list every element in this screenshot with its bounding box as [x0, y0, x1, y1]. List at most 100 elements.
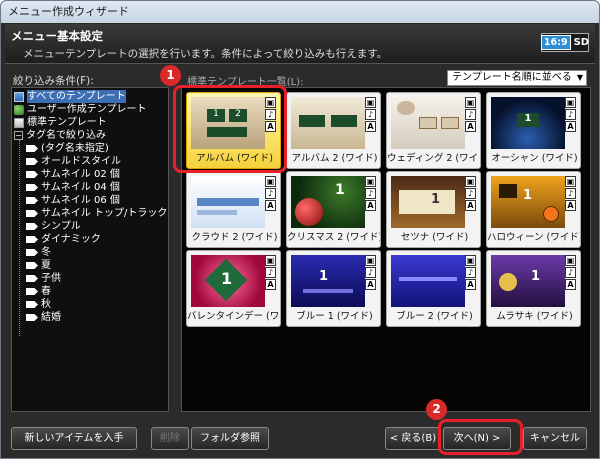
image-icon: ▣: [365, 255, 376, 266]
template-name: ブルー 2 (ワイド): [396, 311, 473, 322]
section-description: メニューテンプレートの選択を行います。条件によって絞り込みも行えます。: [23, 48, 388, 60]
template-thumbnail: 1: [391, 176, 465, 228]
tree-item-standard[interactable]: 標準テンプレート: [14, 116, 107, 129]
template-card[interactable]: 1 ▣ ♪ A ムラサキ (ワイド): [486, 250, 581, 327]
tree-item-label: ユーザー作成テンプレート: [27, 104, 147, 115]
tag-icon: [26, 223, 38, 230]
image-icon: ▣: [365, 97, 376, 108]
wizard-window: メニュー作成ウィザード メニュー基本設定 メニューテンプレートの選択を行います。…: [0, 0, 600, 459]
tree-item-tags[interactable]: − タグ名で絞り込み: [14, 129, 106, 142]
aspect-sd-label: SD: [573, 37, 590, 48]
tree-item-tag[interactable]: 結婚: [26, 311, 61, 324]
template-thumbnail: [391, 255, 465, 307]
all-templates-icon: [14, 91, 24, 102]
music-icon: ♪: [465, 188, 476, 199]
tree-item-tag[interactable]: (タグ名未指定): [26, 142, 109, 155]
thumb-number: 1: [531, 269, 541, 284]
standard-template-icon: [14, 117, 24, 128]
tree-item-all[interactable]: すべてのテンプレート: [14, 90, 126, 103]
thumb-decoration: [397, 101, 415, 115]
user-template-icon: [14, 104, 24, 115]
text-icon: A: [365, 279, 376, 290]
text-icon: A: [365, 121, 376, 132]
browse-folder-button[interactable]: フォルダ参照: [191, 427, 269, 450]
template-card[interactable]: ▣ ♪ A ブルー 2 (ワイド): [386, 250, 481, 327]
template-card[interactable]: ▣ ♪ A ウェディング 2 (ワイド): [386, 92, 481, 169]
delete-button[interactable]: 削除: [151, 427, 189, 450]
tree-item-label: 春: [41, 286, 51, 297]
template-card[interactable]: 1 ▣ ♪ A クリスマス 2 (ワイド): [286, 171, 381, 248]
tree-item-label: 結婚: [41, 312, 61, 323]
template-card[interactable]: ▣ ♪ A アルバム 2 (ワイド): [286, 92, 381, 169]
tree-item-label: 秋: [41, 299, 51, 310]
tree-item-tag[interactable]: 春: [26, 285, 51, 298]
thumb-block: [441, 117, 459, 129]
tree-item-label: 冬: [41, 247, 51, 258]
tree-item-label: すべてのテンプレート: [27, 90, 126, 103]
template-thumbnail: 1: [491, 255, 565, 307]
tree-item-tag[interactable]: サムネイル 06 個: [26, 194, 120, 207]
tree-item-tag[interactable]: サムネイル 04 個: [26, 181, 120, 194]
template-card[interactable]: 1 ▣ ♪ A ハロウィーン (ワイド): [486, 171, 581, 248]
tree-item-tag[interactable]: サムネイル トップ/トラックで異なる: [26, 207, 168, 220]
section-title: メニュー基本設定: [11, 29, 103, 43]
tag-icon: [26, 262, 38, 269]
image-icon: ▣: [565, 255, 576, 266]
template-name: ムラサキ (ワイド): [496, 311, 573, 322]
thumb-block: [499, 184, 517, 198]
thumb-number: 1: [319, 269, 329, 284]
text-icon: A: [565, 200, 576, 211]
tree-item-tag[interactable]: 夏: [26, 259, 51, 272]
dropdown-arrow-icon: ▼: [576, 73, 583, 82]
tag-icon: [26, 171, 38, 178]
image-icon: ▣: [265, 176, 276, 187]
card-badges: ▣ ♪ A: [365, 97, 376, 132]
step-badge-1: 1: [160, 65, 181, 86]
tree-item-label: サムネイル 04 個: [41, 182, 120, 193]
template-card[interactable]: 1 ▣ ♪ A セツナ (ワイド): [386, 171, 481, 248]
template-card[interactable]: 1 ▣ ♪ A ブルー 1 (ワイド): [286, 250, 381, 327]
template-thumbnail: 1: [291, 255, 365, 307]
thumb-book: [399, 190, 455, 214]
card-badges: ▣ ♪ A: [565, 176, 576, 211]
tree-item-tag[interactable]: ダイナミック: [26, 233, 101, 246]
template-name: オーシャン (ワイド): [491, 153, 578, 164]
tree-item-label: 子供: [41, 273, 61, 284]
pumpkin-shape: [543, 206, 559, 222]
template-card[interactable]: 1 ▣♪A バレンタインデー (ワイド): [186, 250, 281, 327]
filter-tree[interactable]: すべてのテンプレート ユーザー作成テンプレート 標準テンプレート − タグ名で絞…: [11, 87, 169, 412]
tree-item-tag[interactable]: サムネイル 02 個: [26, 168, 120, 181]
text-icon: A: [465, 279, 476, 290]
step-badge-2: 2: [426, 399, 447, 420]
sort-dropdown[interactable]: テンプレート名順に並べる ▼: [447, 70, 587, 86]
template-thumbnail: 1: [491, 97, 565, 149]
tree-item-tag[interactable]: 秋: [26, 298, 51, 311]
thumb-number: 1: [431, 192, 441, 207]
back-button[interactable]: < 戻る(B): [385, 427, 441, 450]
text-icon: A: [565, 279, 576, 290]
card-badges: ▣ ♪ A: [365, 255, 376, 290]
music-icon: ♪: [265, 188, 276, 199]
tree-item-tag[interactable]: 子供: [26, 272, 61, 285]
tree-item-label: 標準テンプレート: [27, 117, 107, 128]
template-card[interactable]: ▣ ♪ A クラウド 2 (ワイド): [186, 171, 281, 248]
thumb-bar: [399, 277, 457, 281]
tag-icon: [26, 184, 38, 191]
tag-icon: [26, 197, 38, 204]
filter-label: 絞り込み条件(F):: [13, 75, 94, 87]
sort-dropdown-value: テンプレート名順に並べる: [452, 72, 572, 83]
music-icon: ♪: [565, 267, 576, 278]
template-thumbnail: [291, 97, 365, 149]
template-card[interactable]: 1 ▣ ♪ A オーシャン (ワイド): [486, 92, 581, 169]
tree-item-tag[interactable]: シンプル: [26, 220, 81, 233]
cancel-button[interactable]: キャンセル: [523, 427, 587, 450]
tree-item-tag[interactable]: オールドスタイル: [26, 155, 121, 168]
collapse-icon[interactable]: −: [14, 131, 23, 140]
get-new-items-button[interactable]: 新しいアイテムを入手: [11, 427, 137, 450]
card-badges: ▣ ♪ A: [465, 255, 476, 290]
music-icon: ♪: [365, 267, 376, 278]
tree-item-user[interactable]: ユーザー作成テンプレート: [14, 103, 147, 116]
tree-item-tag[interactable]: 冬: [26, 246, 51, 259]
template-thumbnail: [191, 176, 265, 228]
music-icon: ♪: [365, 109, 376, 120]
